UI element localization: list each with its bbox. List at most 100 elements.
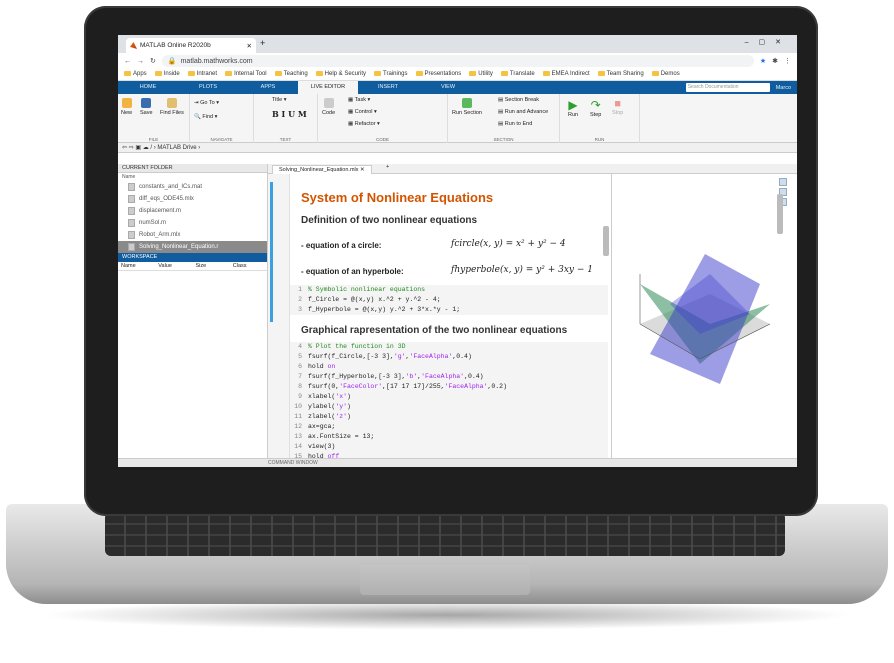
forward-icon[interactable]: → bbox=[137, 58, 144, 65]
file-list: constants_and_ICs.mat diff_eqs_ODE45.mlxd… bbox=[118, 181, 267, 253]
bookmark-item[interactable]: Utility bbox=[469, 71, 493, 78]
bookmark-label: Team Sharing bbox=[606, 71, 644, 78]
extensions-icon[interactable]: ✱ bbox=[772, 57, 778, 65]
toolstrip-tab-apps[interactable]: APPS bbox=[238, 81, 298, 94]
workspace-header[interactable]: WORKSPACE bbox=[118, 253, 267, 262]
file-list-item[interactable]: constants_and_ICs.mat bbox=[118, 181, 267, 193]
name-column-header[interactable]: Name bbox=[118, 173, 267, 181]
file-name: constants_and_ICs.mat bbox=[139, 184, 203, 190]
touchpad bbox=[360, 565, 530, 595]
file-icon bbox=[128, 183, 135, 191]
window-controls-icon[interactable]: –▢✕ bbox=[745, 38, 791, 46]
bookmark-item[interactable]: Team Sharing bbox=[597, 71, 644, 78]
file-icon bbox=[128, 243, 135, 251]
refactor-label: Refactor bbox=[354, 121, 376, 127]
step-icon: ↷ bbox=[590, 98, 601, 112]
editor-tab[interactable]: Solving_Nonlinear_Equation.mlx ✕ bbox=[272, 165, 372, 174]
laptop-shadow bbox=[40, 600, 854, 630]
run-to-end-button[interactable]: ▤ Run to End bbox=[498, 121, 532, 127]
back-icon[interactable]: ← bbox=[124, 58, 131, 65]
toolstrip-tab-insert[interactable]: INSERT bbox=[358, 81, 418, 94]
browser-tab[interactable]: MATLAB Online R2020b ✕ bbox=[126, 38, 256, 53]
file-icon bbox=[128, 219, 135, 227]
text-format-buttons[interactable]: B I U M bbox=[272, 109, 307, 119]
find-files-button[interactable]: Find Files bbox=[160, 98, 184, 116]
new-button[interactable]: New bbox=[121, 98, 132, 116]
file-list-item[interactable]: diff_eqs_ODE45.mlx bbox=[118, 193, 267, 205]
toolstrip-tab-plots[interactable]: PLOTS bbox=[178, 81, 238, 94]
file-list-item[interactable]: Solving_Nonlinear_Equation.r bbox=[118, 241, 267, 253]
bookmark-item[interactable]: Teaching bbox=[274, 71, 308, 78]
output-scrollbar[interactable] bbox=[777, 194, 783, 234]
bookmark-label: Trainings bbox=[383, 71, 408, 78]
bookmark-item[interactable]: Presentations bbox=[415, 71, 461, 78]
run-section-group: ▶ Run ↷ Step ■ Stop RUN bbox=[560, 94, 640, 143]
step-label: Step bbox=[590, 112, 602, 118]
bookmark-item[interactable]: Trainings bbox=[374, 71, 408, 78]
run-section-button[interactable]: Run Section bbox=[452, 98, 482, 116]
toolstrip-tab-view[interactable]: VIEW bbox=[418, 81, 478, 94]
editor-tab-label: Solving_Nonlinear_Equation.mlx bbox=[279, 167, 359, 173]
close-tab-icon[interactable]: ✕ bbox=[247, 42, 252, 50]
stop-button[interactable]: ■ Stop bbox=[612, 98, 623, 116]
bookmark-item[interactable]: Inside bbox=[154, 71, 180, 78]
bookmark-item[interactable]: EMEA Indirect bbox=[542, 71, 590, 78]
workspace-column-name[interactable]: Name bbox=[118, 262, 155, 270]
search-documentation-input[interactable]: Search Documentation bbox=[685, 83, 770, 92]
save-button[interactable]: Save bbox=[140, 98, 153, 116]
file-list-item[interactable]: numSol.m bbox=[118, 217, 267, 229]
keyboard-rows bbox=[105, 512, 785, 556]
toolstrip-tab-live-editor[interactable]: LIVE EDITOR bbox=[298, 81, 358, 94]
bookmark-item[interactable]: Internal Tool bbox=[225, 71, 267, 78]
bookmark-item[interactable]: Translate bbox=[500, 71, 535, 78]
find-button[interactable]: 🔍 Find ▾ bbox=[194, 114, 217, 120]
ribbon: New Save Find Files FILE ⇥ Go To ▾ 🔍 Fin… bbox=[118, 94, 797, 143]
reload-icon[interactable]: ↻ bbox=[150, 57, 156, 65]
bookmark-item[interactable]: Help & Security bbox=[315, 71, 366, 78]
new-tab-icon[interactable]: + bbox=[260, 38, 265, 48]
bookmark-item[interactable]: Apps bbox=[124, 71, 147, 78]
star-icon[interactable]: ★ bbox=[760, 57, 766, 65]
run-and-advance-button[interactable]: ▤ Run and Advance bbox=[498, 109, 548, 115]
code-line: 3 f_Hyperbole = @(x,y) y.^2 + 3*x.*y - 1; bbox=[298, 306, 461, 313]
code-block-2[interactable]: 4% Plot the function in 3D 5 fsurf(f_Circ… bbox=[290, 342, 608, 458]
section-break-button[interactable]: ▤ Section Break bbox=[498, 97, 539, 103]
current-folder-header[interactable]: CURRENT FOLDER bbox=[118, 164, 267, 173]
title-style-dropdown[interactable]: Title ▾ bbox=[272, 97, 286, 103]
menu-icon[interactable]: ⋮ bbox=[784, 57, 791, 65]
goto-button[interactable]: ⇥ Go To ▾ bbox=[194, 100, 219, 106]
task-button[interactable]: ▦ Task ▾ bbox=[348, 97, 370, 103]
workspace-column-value[interactable]: Value bbox=[155, 262, 192, 270]
run-button[interactable]: ▶ Run bbox=[568, 98, 578, 118]
workspace-column-size[interactable]: Size bbox=[193, 262, 230, 270]
file-name: displacement.m bbox=[139, 208, 182, 214]
bookmark-label: Inside bbox=[163, 71, 180, 78]
text-section: Title ▾ B I U M TEXT bbox=[254, 94, 318, 143]
user-menu[interactable]: Marco bbox=[770, 85, 797, 91]
editor-tabs: Solving_Nonlinear_Equation.mlx ✕ + bbox=[268, 164, 797, 174]
stop-icon: ■ bbox=[614, 98, 621, 110]
path-bar[interactable]: ⇦ ⇨ ▣ ☁ / › MATLAB Drive › bbox=[118, 143, 797, 153]
bookmark-item[interactable]: Intranet bbox=[187, 71, 217, 78]
url-field[interactable]: 🔒 matlab.mathworks.com bbox=[161, 55, 754, 67]
folder-icon bbox=[274, 71, 282, 77]
add-editor-tab-icon[interactable]: + bbox=[386, 164, 389, 170]
live-editor[interactable]: System of Nonlinear Equations Definition… bbox=[268, 174, 611, 458]
bookmark-item[interactable]: Demos bbox=[651, 71, 680, 78]
control-button[interactable]: ▦ Control ▾ bbox=[348, 109, 377, 115]
code-block-1[interactable]: 1% Symbolic nonlinear equations 2 f_Circl… bbox=[290, 285, 608, 315]
command-window-label[interactable]: COMMAND WINDOW bbox=[268, 459, 318, 467]
editor-scrollbar[interactable] bbox=[603, 226, 609, 256]
text-section-label: TEXT bbox=[279, 137, 292, 142]
workspace-column-class[interactable]: Class bbox=[230, 262, 267, 270]
file-list-item[interactable]: Robot_Arm.mlx bbox=[118, 229, 267, 241]
file-list-item[interactable]: displacement.m bbox=[118, 205, 267, 217]
code-button[interactable]: Code bbox=[322, 98, 335, 116]
output-inline-icon[interactable] bbox=[779, 178, 787, 186]
surface-plot[interactable] bbox=[630, 244, 780, 394]
toolstrip-tab-home[interactable]: HOME bbox=[118, 81, 178, 94]
refactor-button[interactable]: ▦ Refactor ▾ bbox=[348, 121, 380, 127]
find-files-icon bbox=[166, 98, 177, 108]
file-icon bbox=[128, 195, 135, 203]
step-button[interactable]: ↷ Step bbox=[590, 98, 601, 118]
